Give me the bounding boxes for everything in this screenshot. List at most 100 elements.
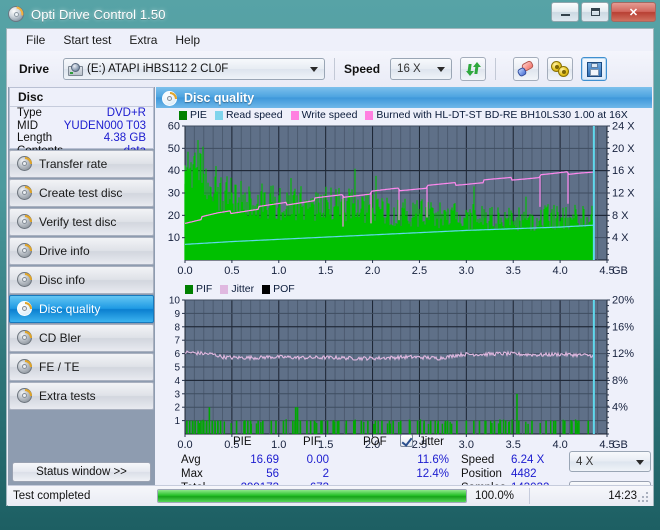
stats-panel: PIE PIF POF Jitter Avg 16.69 0.00 11.6% … [155,434,653,505]
chevron-down-icon [310,67,319,72]
svg-text:24 X: 24 X [612,122,635,133]
chevron-down-icon [636,459,644,465]
svg-text:8 X: 8 X [612,210,629,222]
legend-label-burn-info: Burned with HL-DT-ST BD-RE BH10LS30 1.00… [376,109,628,121]
sidebar: Disc Type DVD+R MID YUDEN000 T03 Length … [8,87,155,506]
pif-chart-container: PIF Jitter POF 1 2 3 4 5 6 7 8 9 10 4% 8% 12% 16% 20% 0… [157,283,651,455]
svg-text:4%: 4% [612,402,628,414]
legend-pie: PIE [179,109,207,121]
sidebar-item-disc-quality[interactable]: Disc quality [9,295,154,323]
disc-icon [17,185,33,201]
drive-select[interactable]: (E:) ATAPI iHBS112 2 CL0F [63,58,326,80]
sidebar-item-cd-bler[interactable]: CD Bler [9,324,154,352]
disc-length-label: Length [17,132,53,144]
sidebar-item-fe-te[interactable]: FE / TE [9,353,154,381]
stats-speed-label: Speed [461,454,495,466]
stats-row-max-label: Max [181,468,203,480]
sidebar-item-create-test-disc[interactable]: Create test disc [9,179,154,207]
svg-text:40: 40 [168,165,180,177]
progress-bar [157,489,467,503]
legend-jitter: Jitter [220,283,254,295]
svg-text:30: 30 [168,188,180,200]
drive-select-value: (E:) ATAPI iHBS112 2 CL0F [87,63,229,75]
disc-info-panel: Disc Type DVD+R MID YUDEN000 T03 Length … [9,87,154,157]
stats-speed-value: 6.24 X [511,454,545,466]
svg-text:4.0: 4.0 [552,265,567,277]
menu-extra[interactable]: Extra [120,31,166,49]
sidebar-item-label: Drive info [39,244,90,258]
status-bar: Test completed 100.0% 14:23 [8,485,653,506]
toolbar: Drive (E:) ATAPI iHBS112 2 CL0F Speed 16… [7,51,653,87]
svg-text:3: 3 [174,389,180,400]
legend-pof: POF [262,283,295,295]
speed-select[interactable]: 16 X [390,58,453,80]
sidebar-item-label: Extra tests [39,389,96,403]
svg-text:4.0: 4.0 [552,439,567,451]
drive-label: Drive [19,62,50,76]
jitter-checkbox[interactable] [400,434,413,447]
toolbar-divider-1 [334,58,336,80]
eraser-icon [516,59,535,78]
disc-icon [17,272,33,288]
svg-text:3.5: 3.5 [506,439,521,451]
menu-start-test[interactable]: Start test [54,31,120,49]
stats-header-pif: PIF [303,436,321,448]
status-message: Test completed [13,490,91,502]
menu-file[interactable]: File [17,31,54,49]
app-window: Opti Drive Control 1.50 ✕ File Start tes… [0,0,660,530]
sidebar-item-label: Verify test disc [39,215,117,229]
refresh-button[interactable] [460,57,487,81]
legend-swatch-pof [262,284,271,294]
pie-chart-svg: 10 20 30 40 50 60 4 X 8 X 12 X 16 X 20 X 24 X 0.0 0.5… [168,122,636,277]
drive-icon [68,62,84,76]
legend-burn-info: Burned with HL-DT-ST BD-RE BH10LS30 1.00… [365,109,628,121]
status-window-button[interactable]: Status window >> [12,462,151,482]
svg-text:1.0: 1.0 [271,439,286,451]
speed-label: Speed [344,62,381,76]
erase-button[interactable] [513,57,540,81]
close-button[interactable]: ✕ [611,2,656,22]
settings-button[interactable] [547,57,574,81]
pif-chart-svg: 123456789104%8%12%16%20%0.0 0.5 1.0 1.5 2.0 2… [169,296,634,451]
legend-read-speed: Read speed [214,109,283,121]
sidebar-item-drive-info[interactable]: Drive info [9,237,154,265]
svg-text:12 X: 12 X [612,188,635,200]
svg-text:12%: 12% [612,348,634,360]
maximize-button[interactable] [581,2,609,22]
disc-type-label: Type [17,107,42,119]
menu-bar: File Start test Extra Help [7,29,653,51]
minimize-button[interactable] [551,2,579,22]
svg-text:9: 9 [174,309,180,320]
stats-max-pie: 56 [266,468,279,480]
legend-label-read-speed: Read speed [225,109,283,121]
svg-text:2.0: 2.0 [365,265,380,277]
sidebar-item-verify-test-disc[interactable]: Verify test disc [9,208,154,236]
svg-text:1.5: 1.5 [318,265,333,277]
disc-icon [17,243,33,259]
sidebar-item-transfer-rate[interactable]: Transfer rate [9,150,154,178]
legend-swatch-write-speed [290,110,299,120]
menu-help[interactable]: Help [166,31,209,49]
disc-quality-icon [162,90,177,106]
svg-text:16 X: 16 X [612,165,635,177]
progress-bar-fill [158,490,466,502]
svg-text:3.5: 3.5 [506,265,521,277]
stats-avg-jitter: 11.6% [417,454,449,466]
sidebar-item-label: Disc quality [39,302,101,316]
sidebar-item-extra-tests[interactable]: Extra tests [9,382,154,410]
stats-header-jitter: Jitter [419,436,444,448]
disc-icon [17,156,33,172]
disc-icon [17,388,33,404]
svg-text:2.5: 2.5 [412,265,427,277]
svg-text:4 X: 4 X [612,232,629,244]
svg-text:20: 20 [168,210,180,222]
legend-swatch-read-speed [214,110,223,120]
svg-text:50: 50 [168,143,180,155]
save-button[interactable] [581,57,608,81]
resize-grip[interactable] [638,492,650,504]
sidebar-item-disc-info[interactable]: Disc info [9,266,154,294]
svg-text:7: 7 [174,336,180,347]
test-speed-select[interactable]: 4 X [569,451,651,472]
svg-text:1.0: 1.0 [271,265,286,277]
disc-icon [17,330,33,346]
